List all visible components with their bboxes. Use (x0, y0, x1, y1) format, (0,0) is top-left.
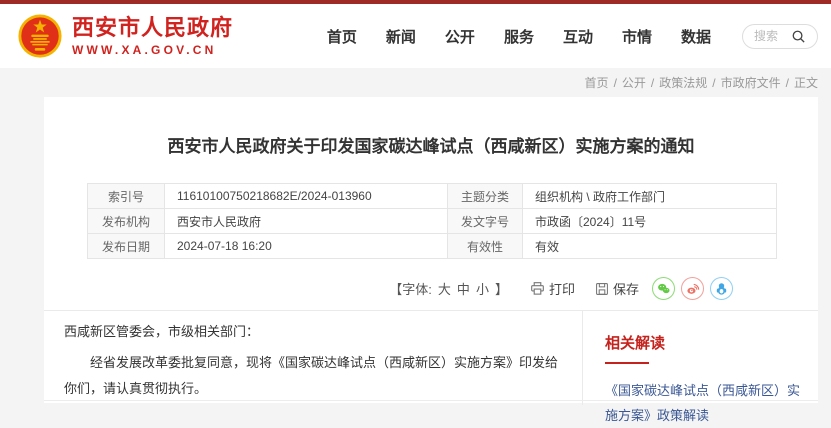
table-row: 发布日期 2024-07-18 16:20 有效性 有效 (88, 234, 777, 259)
search-input[interactable] (754, 29, 788, 43)
meta-value-index-number: 11610100750218682E/2024-013960 (165, 184, 448, 209)
meta-value-topic-category: 组织机构 \ 政府工作部门 (523, 184, 777, 209)
article-body: 西咸新区管委会，市级相关部门： 经省发展改革委批复同意，现将《国家碳达峰试点（西… (44, 311, 583, 405)
printer-icon (530, 281, 545, 296)
meta-label-document-number: 发文字号 (448, 209, 523, 234)
document-meta-table: 索引号 11610100750218682E/2024-013960 主题分类 … (87, 183, 777, 259)
site-logo[interactable]: 西安市人民政府 WWW.XA.GOV.CN (17, 13, 233, 59)
article-toolbar: 【字体: 大 中 小 】 打印 (44, 259, 818, 310)
meta-label-topic-category: 主题分类 (448, 184, 523, 209)
nav-item-city-info[interactable]: 市情 (622, 26, 652, 47)
article-title: 西安市人民政府关于印发国家碳达峰试点（西咸新区）实施方案的通知 (44, 97, 818, 157)
breadcrumb-separator: / (712, 76, 715, 90)
print-label: 打印 (549, 279, 575, 298)
nav-item-interaction[interactable]: 互动 (563, 26, 593, 47)
nav-item-data[interactable]: 数据 (681, 26, 711, 47)
wechat-icon (656, 281, 671, 296)
related-interpretation-link[interactable]: 《国家碳达峰试点（西咸新区）实施方案》政策解读 (605, 378, 800, 428)
site-name: 西安市人民政府 (72, 16, 233, 40)
breadcrumb-item-home[interactable]: 首页 (585, 74, 609, 91)
nav-item-home[interactable]: 首页 (327, 26, 357, 47)
wechat-share-button[interactable] (652, 277, 675, 300)
meta-value-document-number: 市政函〔2024〕11号 (523, 209, 777, 234)
breadcrumb-separator: / (651, 76, 654, 90)
breadcrumb-item-policy[interactable]: 政策法规 (659, 74, 707, 91)
meta-label-issuing-agency: 发布机构 (88, 209, 165, 234)
print-button[interactable]: 打印 (530, 279, 575, 298)
meta-label-publish-date: 发布日期 (88, 234, 165, 259)
site-header: 西安市人民政府 WWW.XA.GOV.CN 首页 新闻 公开 服务 互动 市情 … (0, 4, 831, 68)
related-panel-title: 相关解读 (605, 332, 800, 353)
site-url: WWW.XA.GOV.CN (72, 43, 233, 57)
save-icon (595, 282, 609, 296)
breadcrumb-separator: / (614, 76, 617, 90)
weibo-share-button[interactable] (681, 277, 704, 300)
meta-label-index-number: 索引号 (88, 184, 165, 209)
share-buttons (652, 277, 733, 300)
article-card: 西安市人民政府关于印发国家碳达峰试点（西咸新区）实施方案的通知 索引号 1161… (44, 97, 818, 403)
table-row: 索引号 11610100750218682E/2024-013960 主题分类 … (88, 184, 777, 209)
font-size-small-button[interactable]: 小 (476, 279, 489, 298)
font-label-close: 】 (495, 279, 508, 298)
body-salutation: 西咸新区管委会，市级相关部门： (64, 319, 562, 345)
save-button[interactable]: 保存 (595, 279, 639, 298)
body-paragraph: 经省发展改革委批复同意，现将《国家碳达峰试点（西咸新区）实施方案》印发给你们，请… (64, 350, 562, 402)
font-size-large-button[interactable]: 大 (438, 279, 451, 298)
national-emblem-icon (17, 13, 63, 59)
weibo-icon (685, 281, 700, 296)
breadcrumb: 首页 / 公开 / 政策法规 / 市政府文件 / 正文 (0, 68, 831, 97)
related-interpretation-panel: 相关解读 《国家碳达峰试点（西咸新区）实施方案》政策解读 (583, 311, 818, 405)
qq-icon (714, 281, 729, 296)
font-label-open: 【字体: (389, 279, 432, 298)
main-nav: 首页 新闻 公开 服务 互动 市情 数据 (327, 24, 818, 49)
bottom-divider (44, 400, 818, 401)
font-size-medium-button[interactable]: 中 (457, 279, 470, 298)
nav-item-news[interactable]: 新闻 (386, 26, 416, 47)
search-box[interactable] (742, 24, 818, 49)
breadcrumb-item-documents[interactable]: 市政府文件 (721, 74, 781, 91)
nav-item-public[interactable]: 公开 (445, 26, 475, 47)
table-row: 发布机构 西安市人民政府 发文字号 市政函〔2024〕11号 (88, 209, 777, 234)
meta-value-validity: 有效 (523, 234, 777, 259)
font-size-controls: 【字体: 大 中 小 】 (389, 279, 508, 298)
nav-item-services[interactable]: 服务 (504, 26, 534, 47)
meta-value-publish-date: 2024-07-18 16:20 (165, 234, 448, 259)
qq-share-button[interactable] (710, 277, 733, 300)
meta-value-issuing-agency: 西安市人民政府 (165, 209, 448, 234)
search-icon[interactable] (791, 29, 806, 44)
breadcrumb-item-current: 正文 (794, 74, 818, 91)
meta-label-validity: 有效性 (448, 234, 523, 259)
related-title-underline (605, 362, 649, 364)
content-row: 西咸新区管委会，市级相关部门： 经省发展改革委批复同意，现将《国家碳达峰试点（西… (44, 311, 818, 405)
breadcrumb-item-public[interactable]: 公开 (622, 74, 646, 91)
breadcrumb-separator: / (786, 76, 789, 90)
save-label: 保存 (613, 279, 639, 298)
